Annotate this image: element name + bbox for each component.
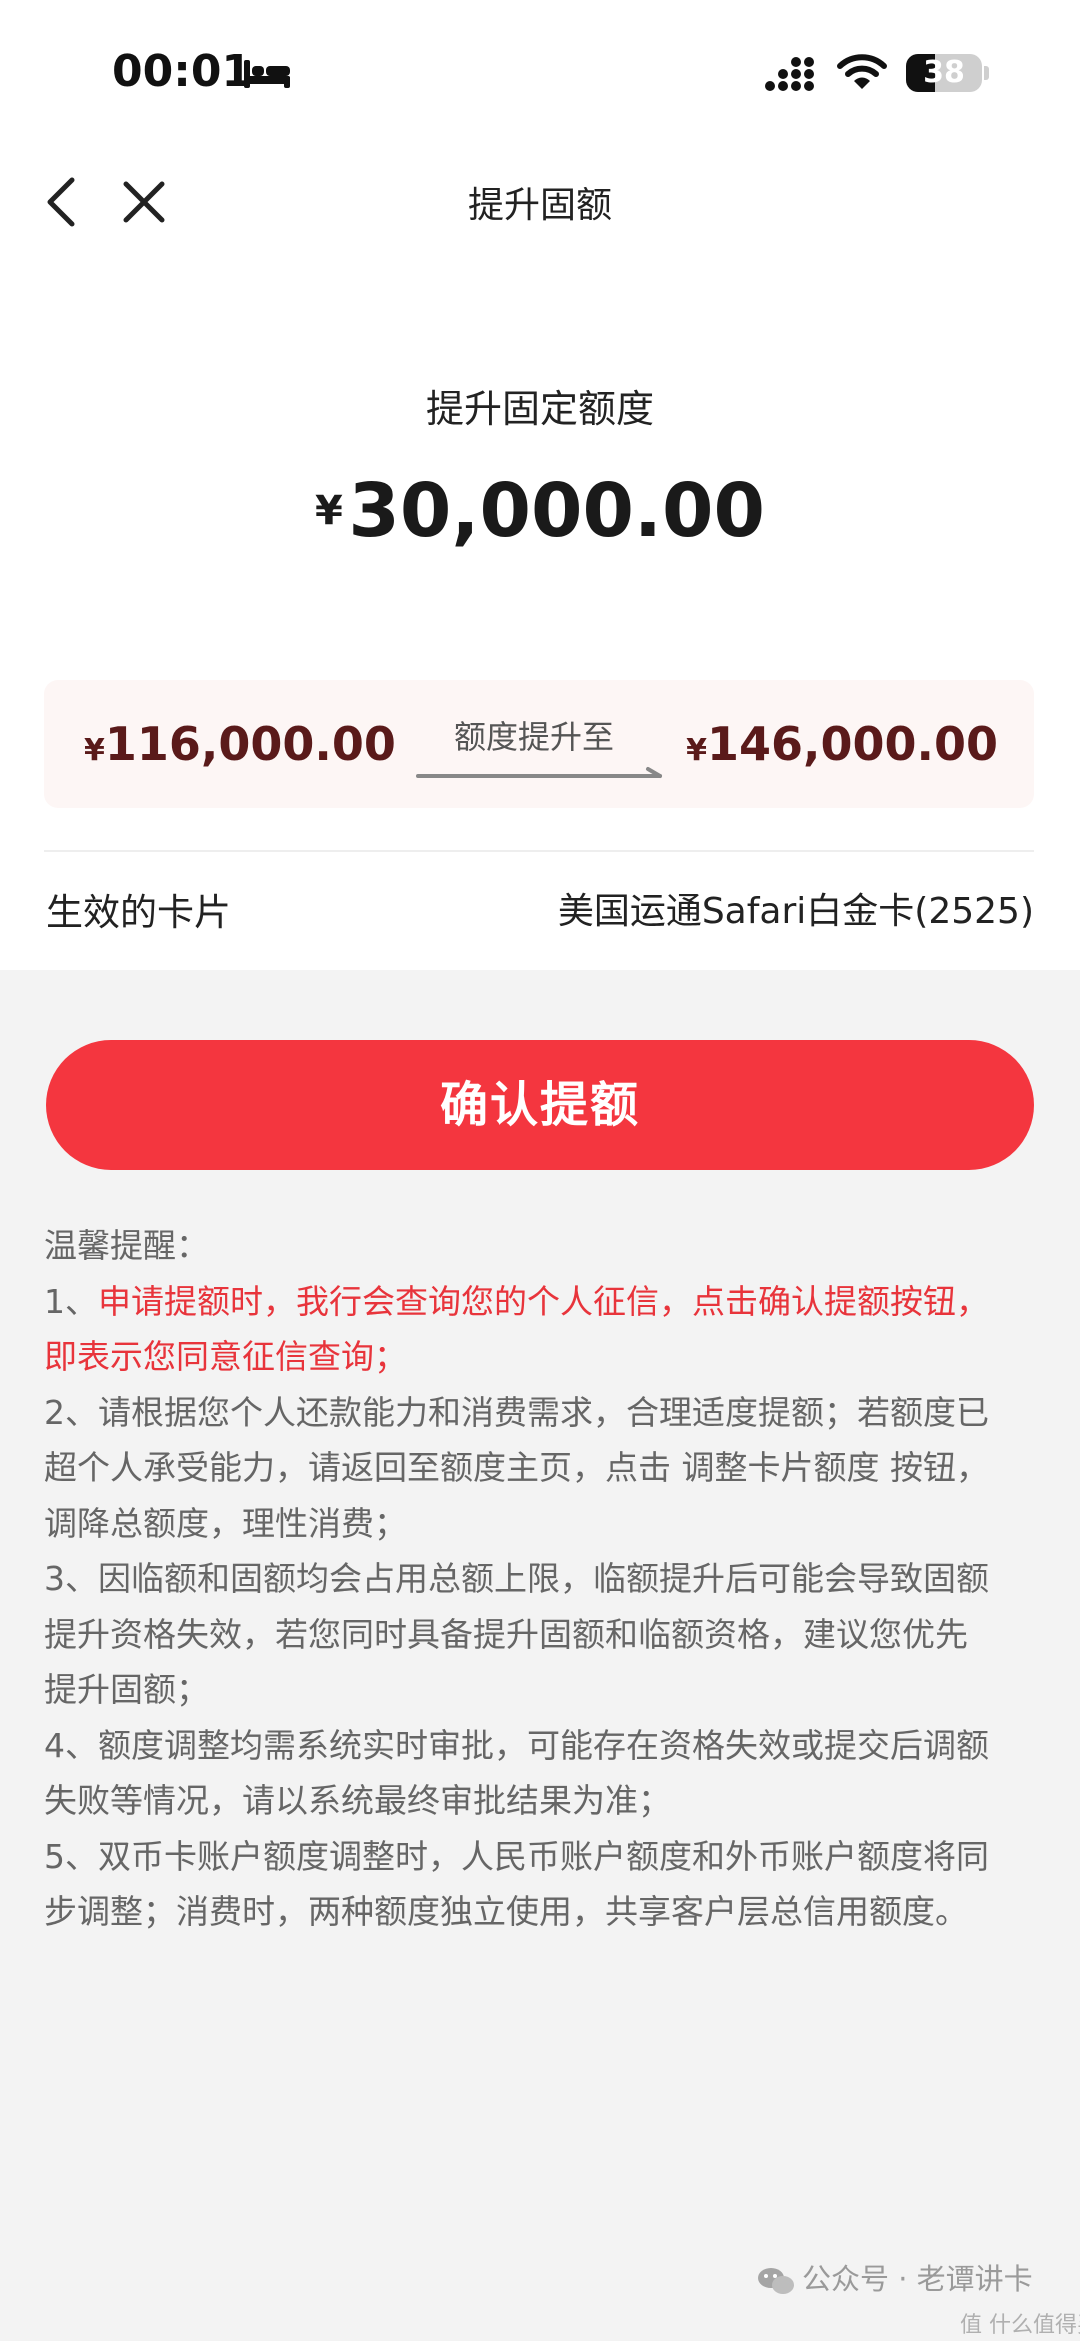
note-item-4: 4、额度调整均需系统实时审批，可能存在资格失效或提交后调额: [44, 1725, 989, 1765]
currency-symbol: ¥: [314, 488, 343, 534]
note-warning-text: 即表示您同意征信查询；: [44, 1337, 407, 1376]
limit-increase-label: 额度提升至: [453, 718, 614, 756]
note-item-2: 调降总额度，理性消费；: [44, 1503, 407, 1543]
note-item-5: 5、双币卡账户额度调整时，人民币账户额度和外币账户额度将同: [44, 1836, 989, 1876]
watermark: 公众号 · 老谭讲卡: [756, 2256, 1033, 2306]
note-item-2: 超个人承受能力，请返回至额度主页，点击 调整卡片额度 按钮，: [44, 1448, 989, 1487]
effective-card-value: 美国运通Safari白金卡(2525): [557, 891, 1034, 932]
note-item-2: 2、请根据您个人还款能力和消费需求，合理适度提额；若额度已: [44, 1392, 989, 1432]
currency-symbol: ¥: [84, 733, 105, 768]
wifi-icon: [837, 54, 887, 89]
current-limit: ¥116,000.00: [84, 680, 396, 808]
current-limit-value: 116,000.00: [104, 717, 396, 771]
note-item-4: 失败等情况，请以系统最终审批结果为准；: [44, 1781, 671, 1820]
increase-subtitle: 提升固定额度: [425, 387, 654, 431]
currency-symbol: ¥: [686, 733, 707, 768]
confirm-increase-button[interactable]: 确认提额: [46, 1040, 1034, 1170]
watermark-sub: 值 什么值得买: [960, 2313, 1080, 2338]
note-item-3: 提升固额；: [44, 1670, 209, 1709]
divider: [44, 850, 1034, 852]
reminder-notes: 温馨提醒： 1、申请提额时，我行会查询您的个人征信，点击确认提额按钮， 即表示您…: [44, 1218, 1044, 1940]
amount-value: 30,000.00: [348, 468, 766, 554]
note-item-5: 步调整；消费时，两种额度独立使用，共享客户层总信用额度。: [44, 1892, 968, 1931]
battery-indicator: 38: [906, 54, 982, 92]
note-number: 1、: [44, 1281, 98, 1321]
note-item-1: 1、申请提额时，我行会查询您的个人征信，点击确认提额按钮，: [44, 1274, 1044, 1330]
new-limit-value: 146,000.00: [706, 717, 998, 771]
notes-heading: 温馨提醒：: [44, 1226, 209, 1265]
note-item-3: 提升资格失效，若您同时具备提升固额和临额资格，建议您优先: [44, 1614, 968, 1654]
status-time: 00:01: [112, 46, 253, 97]
page-title: 提升固额: [467, 185, 612, 226]
battery-level-text: 38: [923, 55, 965, 90]
wechat-icon: [758, 2268, 794, 2294]
limit-change-card: ¥116,000.00 额度提升至 ¥146,000.00: [44, 680, 1034, 808]
watermark-text: 公众号 · 老谭讲卡: [802, 2262, 1033, 2296]
effective-card-label: 生效的卡片: [46, 891, 231, 934]
battery-tip: [984, 66, 989, 80]
increase-amount: ¥ 30,000.00: [0, 468, 1080, 554]
sleep-bed-icon: [244, 60, 290, 88]
cellular-signal-icon: [765, 57, 814, 91]
new-limit: ¥146,000.00: [686, 680, 998, 808]
note-warning-text: 申请提额时，我行会查询您的个人征信，点击确认提额按钮，: [98, 1281, 989, 1321]
note-item-3: 3、因临额和固额均会占用总额上限，临额提升后可能会导致固额: [44, 1559, 989, 1598]
arrow-right-icon: [416, 767, 662, 778]
